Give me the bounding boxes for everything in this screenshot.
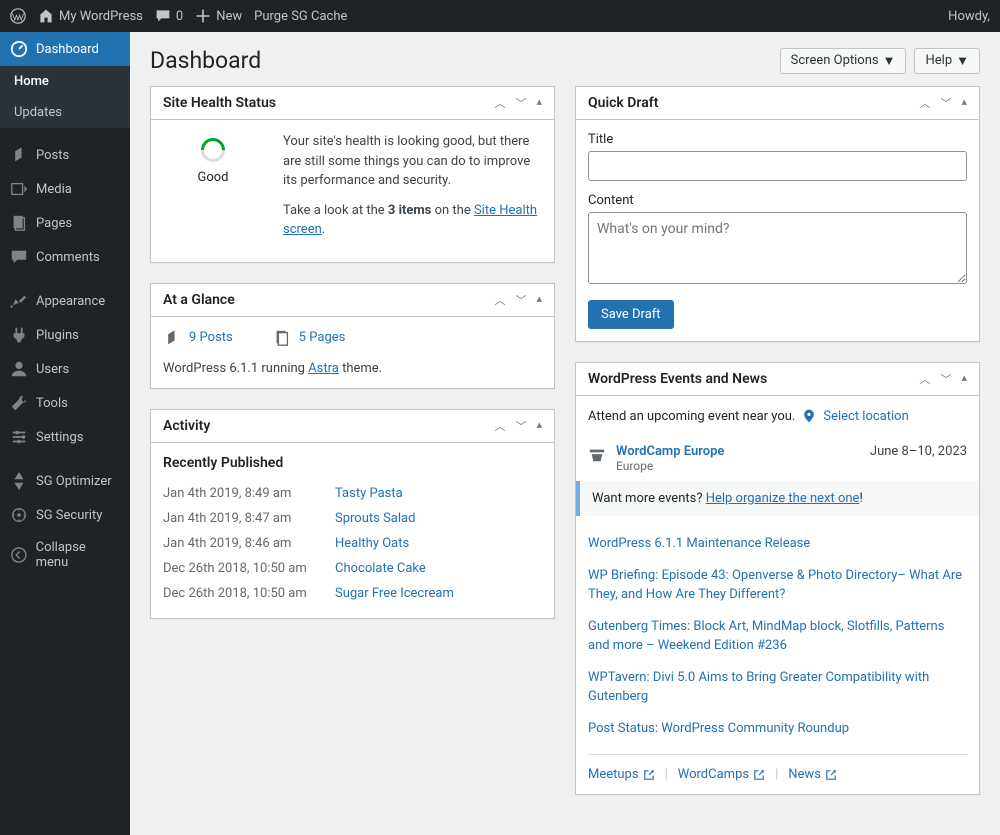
caret-up-icon[interactable]: ▴ <box>961 371 967 387</box>
up-icon[interactable]: ︿ <box>494 418 505 434</box>
page-title: Dashboard <box>150 47 261 74</box>
caret-up-icon[interactable]: ▴ <box>536 292 542 308</box>
event-location: Europe <box>616 459 724 473</box>
down-icon[interactable]: ﹀ <box>515 418 526 434</box>
menu-sg-optimizer[interactable]: SG Optimizer <box>0 464 130 498</box>
activity-item: Dec 26th 2018, 10:50 amChocolate Cake <box>163 556 542 581</box>
menu-pages[interactable]: Pages <box>0 206 130 240</box>
health-desc-1: Your site's health is looking good, but … <box>283 132 542 191</box>
pin-icon <box>163 329 181 347</box>
up-icon[interactable]: ︿ <box>919 95 930 111</box>
menu-comments[interactable]: Comments <box>0 240 130 274</box>
save-draft-button[interactable]: Save Draft <box>588 300 674 329</box>
news-link[interactable]: Post Status: WordPress Community Roundup <box>588 721 849 736</box>
post-link[interactable]: Chocolate Cake <box>335 561 426 576</box>
down-icon[interactable]: ﹀ <box>940 95 951 111</box>
menu-users[interactable]: Users <box>0 352 130 386</box>
news-link[interactable]: Gutenberg Times: Block Art, MindMap bloc… <box>588 619 944 654</box>
meetups-link[interactable]: Meetups <box>588 767 655 782</box>
health-status: Good <box>163 170 263 185</box>
site-health-box: Site Health Status ︿ ﹀ ▴ Good Your site's … <box>150 86 555 263</box>
at-a-glance-box: At a Glance ︿ ﹀ ▴ 9 Posts 5 Pages WordPres… <box>150 283 555 389</box>
event-date: June 8–10, 2023 <box>870 444 967 459</box>
events-news-box: WordPress Events and News ︿ ﹀ ▴ Attend an … <box>575 362 980 795</box>
menu-posts[interactable]: Posts <box>0 138 130 172</box>
howdy-link[interactable]: Howdy, <box>948 9 990 24</box>
admin-sidebar: Dashboard Home Updates Posts Media Pages… <box>0 32 130 835</box>
post-link[interactable]: Tasty Pasta <box>335 486 403 501</box>
activity-item: Dec 26th 2018, 10:50 amSugar Free Icecre… <box>163 581 542 606</box>
health-indicator-icon <box>196 133 230 167</box>
quick-draft-box: Quick Draft ︿ ﹀ ▴ Title Content Save Draft <box>575 86 980 342</box>
recently-published-heading: Recently Published <box>163 455 542 471</box>
activity-title: Activity <box>163 418 210 434</box>
new-label: New <box>216 9 242 24</box>
wordcamps-link[interactable]: WordCamps <box>678 767 765 782</box>
caret-up-icon[interactable]: ▴ <box>536 418 542 434</box>
up-icon[interactable]: ︿ <box>494 95 505 111</box>
draft-content-textarea[interactable] <box>588 212 967 284</box>
activity-item: Jan 4th 2019, 8:46 amHealthy Oats <box>163 531 542 556</box>
events-title: WordPress Events and News <box>588 371 767 387</box>
menu-settings[interactable]: Settings <box>0 420 130 454</box>
caret-up-icon[interactable]: ▴ <box>536 95 542 111</box>
admin-bar: My WordPress 0 New Purge SG Cache Howdy, <box>0 0 1000 32</box>
wp-logo-icon[interactable] <box>10 8 26 24</box>
menu-appearance[interactable]: Appearance <box>0 284 130 318</box>
help-button[interactable]: Help ▼ <box>914 48 980 74</box>
theme-link[interactable]: Astra <box>308 361 339 376</box>
menu-sg-security[interactable]: SG Security <box>0 498 130 532</box>
news-link-footer[interactable]: News <box>788 767 837 782</box>
organize-link[interactable]: Help organize the next one <box>706 491 860 506</box>
menu-tools[interactable]: Tools <box>0 386 130 420</box>
wordcamp-icon <box>588 446 606 464</box>
collapse-menu[interactable]: Collapse menu <box>0 532 130 578</box>
up-icon[interactable]: ︿ <box>919 371 930 387</box>
site-name: My WordPress <box>59 9 143 24</box>
caret-up-icon[interactable]: ▴ <box>961 95 967 111</box>
activity-item: Jan 4th 2019, 8:47 amSprouts Salad <box>163 506 542 531</box>
title-label: Title <box>588 132 967 147</box>
submenu-home[interactable]: Home <box>0 66 130 97</box>
comments-count: 0 <box>176 9 183 24</box>
screen-options-button[interactable]: Screen Options ▼ <box>780 48 907 74</box>
post-link[interactable]: Healthy Oats <box>335 536 409 551</box>
up-icon[interactable]: ︿ <box>494 292 505 308</box>
select-location-link[interactable]: Select location <box>823 409 908 424</box>
quick-draft-title: Quick Draft <box>588 95 658 111</box>
page-icon <box>273 329 291 347</box>
draft-title-input[interactable] <box>588 151 967 181</box>
down-icon[interactable]: ﹀ <box>515 292 526 308</box>
activity-item: Jan 4th 2019, 8:49 amTasty Pasta <box>163 481 542 506</box>
down-icon[interactable]: ﹀ <box>940 371 951 387</box>
news-link[interactable]: WP Briefing: Episode 43: Openverse & Pho… <box>588 568 962 603</box>
external-icon <box>825 769 837 781</box>
location-icon <box>801 408 817 424</box>
comments-link[interactable]: 0 <box>155 8 183 24</box>
external-icon <box>643 769 655 781</box>
activity-box: Activity ︿ ﹀ ▴ Recently Published Jan 4th … <box>150 409 555 619</box>
posts-count-link[interactable]: 9 Posts <box>189 330 233 345</box>
menu-plugins[interactable]: Plugins <box>0 318 130 352</box>
purge-cache-link[interactable]: Purge SG Cache <box>254 9 347 24</box>
site-name-link[interactable]: My WordPress <box>38 8 143 24</box>
submenu-updates[interactable]: Updates <box>0 97 130 128</box>
post-link[interactable]: Sugar Free Icecream <box>335 586 454 601</box>
content-label: Content <box>588 193 967 208</box>
down-icon[interactable]: ﹀ <box>515 95 526 111</box>
event-title[interactable]: WordCamp Europe <box>616 444 724 459</box>
glance-title: At a Glance <box>163 292 235 308</box>
more-events-banner: Want more events? Help organize the next… <box>576 481 979 516</box>
menu-media[interactable]: Media <box>0 172 130 206</box>
attend-text: Attend an upcoming event near you. <box>588 409 795 424</box>
pages-count-link[interactable]: 5 Pages <box>299 330 346 345</box>
site-health-title: Site Health Status <box>163 95 276 111</box>
health-desc-2: Take a look at the 3 items on the Site H… <box>283 201 542 240</box>
external-icon <box>753 769 765 781</box>
wp-version-text: WordPress 6.1.1 running Astra theme. <box>163 361 542 376</box>
news-link[interactable]: WordPress 6.1.1 Maintenance Release <box>588 536 810 551</box>
post-link[interactable]: Sprouts Salad <box>335 511 415 526</box>
new-content-link[interactable]: New <box>195 8 242 24</box>
menu-dashboard[interactable]: Dashboard <box>0 32 130 66</box>
